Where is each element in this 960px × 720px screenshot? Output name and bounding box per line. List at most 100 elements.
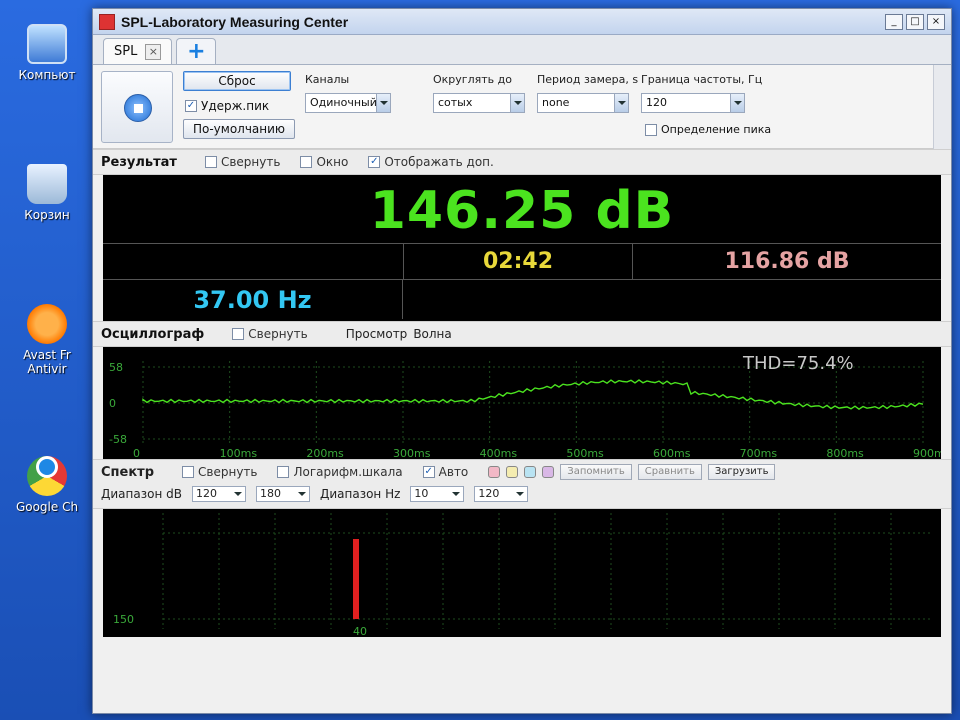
peak-level-readout: 116.86 dB [633, 243, 941, 279]
chevron-down-icon [376, 94, 390, 112]
collapse-label: Свернуть [198, 465, 258, 479]
peak-detect-label: Определение пика [661, 123, 772, 136]
maximize-button[interactable]: □ [906, 13, 924, 30]
result-display: 146.25 dB 02:42 116.86 dB 37.00 Hz [103, 175, 941, 321]
chevron-down-icon [614, 94, 628, 112]
load-spectrum-button[interactable]: Загрузить [707, 464, 776, 480]
vertical-scrollbar[interactable] [933, 65, 951, 149]
desktop-icon-label: Корзин [24, 208, 70, 222]
range-db-from-select[interactable]: 120 [191, 486, 246, 502]
default-button[interactable]: По-умолчанию [183, 119, 295, 139]
desktop-icon-chrome[interactable]: Google Ch [6, 444, 88, 514]
view-label: Просмотр [345, 327, 408, 341]
checkbox-checked-icon: ✓ [185, 100, 197, 112]
window-label: Окно [316, 155, 349, 169]
peak-detect-checkbox[interactable]: Определение пика [645, 123, 771, 136]
desktop-icon-label: Google Ch [15, 500, 79, 514]
auto-label: Авто [438, 465, 469, 479]
marker-color-3[interactable] [524, 466, 537, 478]
range-hz-to-select[interactable]: 120 [474, 486, 529, 502]
compare-spectrum-button[interactable]: Сравнить [637, 464, 702, 480]
chevron-down-icon [510, 94, 524, 112]
result-window-checkbox[interactable]: Окно [300, 155, 348, 169]
save-spectrum-button[interactable]: Запомнить [560, 464, 632, 480]
desktop-icon-label: Компьют [18, 68, 76, 82]
oscillograph-display: 0 100ms 200ms 300ms 400ms 500ms 600ms 700ms 800m… [103, 347, 941, 459]
elapsed-time-readout: 02:42 [403, 243, 633, 279]
x-tick-label: 200ms [306, 447, 344, 459]
checkbox-icon [645, 123, 657, 136]
add-tab-button[interactable]: + [176, 38, 217, 64]
range-db-to-select[interactable]: 180 [255, 486, 310, 502]
close-button[interactable]: × [927, 13, 945, 30]
spectrum-header: Спектр Свернуть Логарифм.шкала ✓ Авто За… [93, 459, 951, 509]
checkbox-icon [204, 156, 217, 168]
period-select[interactable]: none [537, 93, 629, 113]
auto-checkbox[interactable]: ✓ Авто [422, 465, 469, 479]
x-tick-label: 40 [353, 625, 367, 637]
desktop-icon-avast[interactable]: Avast Fr Antivir [6, 304, 88, 376]
round-select[interactable]: сотых [433, 93, 525, 113]
marker-color-2[interactable] [506, 466, 519, 478]
range-hz-label: Диапазон Hz [319, 487, 401, 501]
result-title: Результат [101, 154, 177, 170]
recycle-bin-icon [27, 164, 67, 204]
app-icon [99, 13, 115, 30]
channels-label: Каналы [305, 73, 350, 86]
channels-value: Одиночный [310, 96, 377, 109]
result-collapse-checkbox[interactable]: Свернуть [204, 155, 280, 169]
log-scale-checkbox[interactable]: Логарифм.шкала [277, 465, 403, 479]
spectrum-title: Спектр [101, 464, 155, 480]
x-tick-label: 100ms [220, 447, 258, 459]
desktop-icon-recycle-bin[interactable]: Корзин [6, 164, 88, 222]
result-header: Результат Свернуть Окно ✓ Отображать доп… [93, 149, 951, 175]
tab-label: SPL [114, 44, 138, 59]
range-hz-from-select[interactable]: 10 [410, 486, 465, 502]
marker-color-1[interactable] [488, 466, 501, 478]
waveform-line [142, 379, 924, 410]
tab-close-icon[interactable]: × [145, 43, 162, 60]
range-db-label: Диапазон dB [101, 487, 182, 501]
desktop-icon-label: Avast Fr Antivir [23, 348, 71, 376]
y-tick-label: 0 [109, 397, 116, 410]
oscillograph-plot: 0 100ms 200ms 300ms 400ms 500ms 600ms 700ms 800m… [109, 353, 941, 459]
x-tick-label: 500ms [566, 447, 604, 459]
view-select[interactable]: Волна [413, 327, 451, 341]
checkbox-checked-icon: ✓ [422, 466, 435, 478]
x-tick-label: 600ms [653, 447, 691, 459]
round-value: сотых [438, 96, 473, 109]
minimize-button[interactable]: _ [885, 13, 903, 30]
desktop-icon-computer[interactable]: Компьют [6, 24, 88, 82]
thd-readout: THD=75.4% [742, 353, 854, 374]
control-panel: Сброс ✓ Удерж.пик По-умолчанию Каналы Од… [93, 65, 951, 149]
oscillograph-header: Осциллограф Свернуть Просмотр Волна [93, 321, 951, 347]
hold-peak-checkbox[interactable]: ✓ Удерж.пик [185, 99, 269, 113]
tab-spl[interactable]: SPL × [103, 38, 173, 64]
freq-limit-select[interactable]: 120 [641, 93, 745, 113]
checkbox-icon [232, 328, 245, 340]
oscillograph-collapse-checkbox[interactable]: Свернуть [232, 327, 308, 341]
y-tick-label: -58 [109, 433, 127, 446]
channels-select[interactable]: Одиночный [305, 93, 391, 113]
title-bar[interactable]: SPL-Laboratory Measuring Center _ □ × [93, 9, 951, 35]
spl-level-readout: 146.25 dB [369, 181, 675, 241]
hold-peak-label: Удерж.пик [201, 99, 270, 113]
marker-color-4[interactable] [542, 466, 555, 478]
result-cell-empty [403, 279, 941, 319]
start-stop-button[interactable] [101, 71, 173, 143]
collapse-label: Свернуть [248, 327, 308, 341]
reset-button[interactable]: Сброс [183, 71, 291, 91]
show-extra-label: Отображать доп. [384, 155, 494, 169]
avast-icon [27, 304, 67, 344]
show-extra-checkbox[interactable]: ✓ Отображать доп. [368, 155, 494, 169]
spectrum-peak-bar [353, 539, 359, 619]
freq-limit-value: 120 [646, 96, 667, 109]
x-tick-label: 400ms [480, 447, 518, 459]
round-label: Округлять до [433, 73, 512, 86]
spectrum-collapse-checkbox[interactable]: Свернуть [182, 465, 257, 479]
log-scale-label: Логарифм.шкала [293, 465, 403, 479]
tab-bar: SPL × + [93, 35, 951, 65]
oscillograph-title: Осциллограф [101, 326, 205, 342]
x-tick-label: 900ms [913, 447, 941, 459]
x-tick-label: 0 [133, 447, 140, 459]
